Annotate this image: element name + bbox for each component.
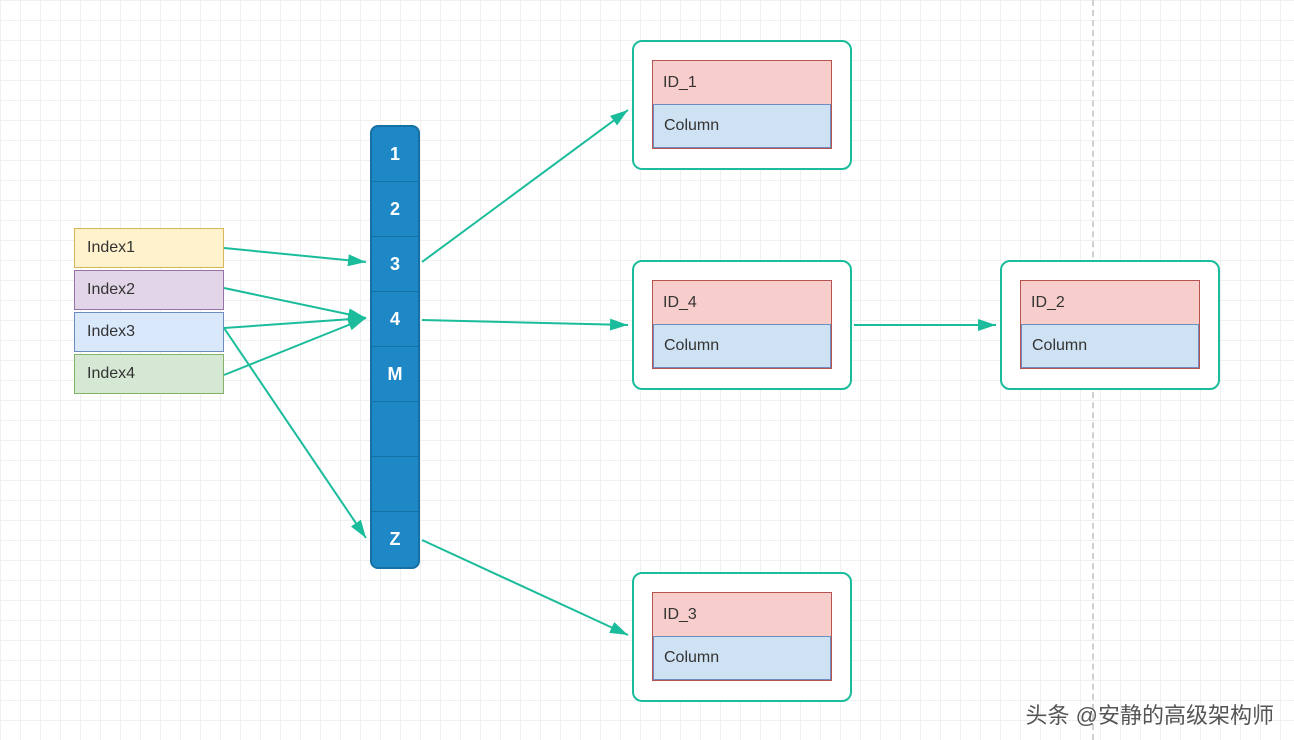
record-column-label: Column [653,104,831,148]
record-ID_3: ID_3Column [632,572,852,702]
slot-3: 3 [372,237,418,292]
record-ID_2: ID_2Column [1000,260,1220,390]
slot-empty: . [372,402,418,457]
index-box-3: Index3 [74,312,224,352]
record-column-label: Column [653,324,831,368]
record-id-label: ID_3 [653,593,831,637]
record-column-label: Column [1021,324,1199,368]
record-id-label: ID_1 [653,61,831,105]
slot-M: M [372,347,418,402]
slot-empty: . [372,457,418,512]
index-box-2: Index2 [74,270,224,310]
slot-4: 4 [372,292,418,347]
record-ID_4: ID_4Column [632,260,852,390]
watermark-text: 头条 @安静的高级架构师 [1026,698,1274,730]
record-id-label: ID_4 [653,281,831,325]
record-id-label: ID_2 [1021,281,1199,325]
record-ID_1: ID_1Column [632,40,852,170]
index-box-4: Index4 [74,354,224,394]
slot-1: 1 [372,127,418,182]
slot-2: 2 [372,182,418,237]
record-column-label: Column [653,636,831,680]
slot-Z: Z [372,512,418,567]
index-box-1: Index1 [74,228,224,268]
hash-slot-column: 1234M..Z [370,125,420,569]
